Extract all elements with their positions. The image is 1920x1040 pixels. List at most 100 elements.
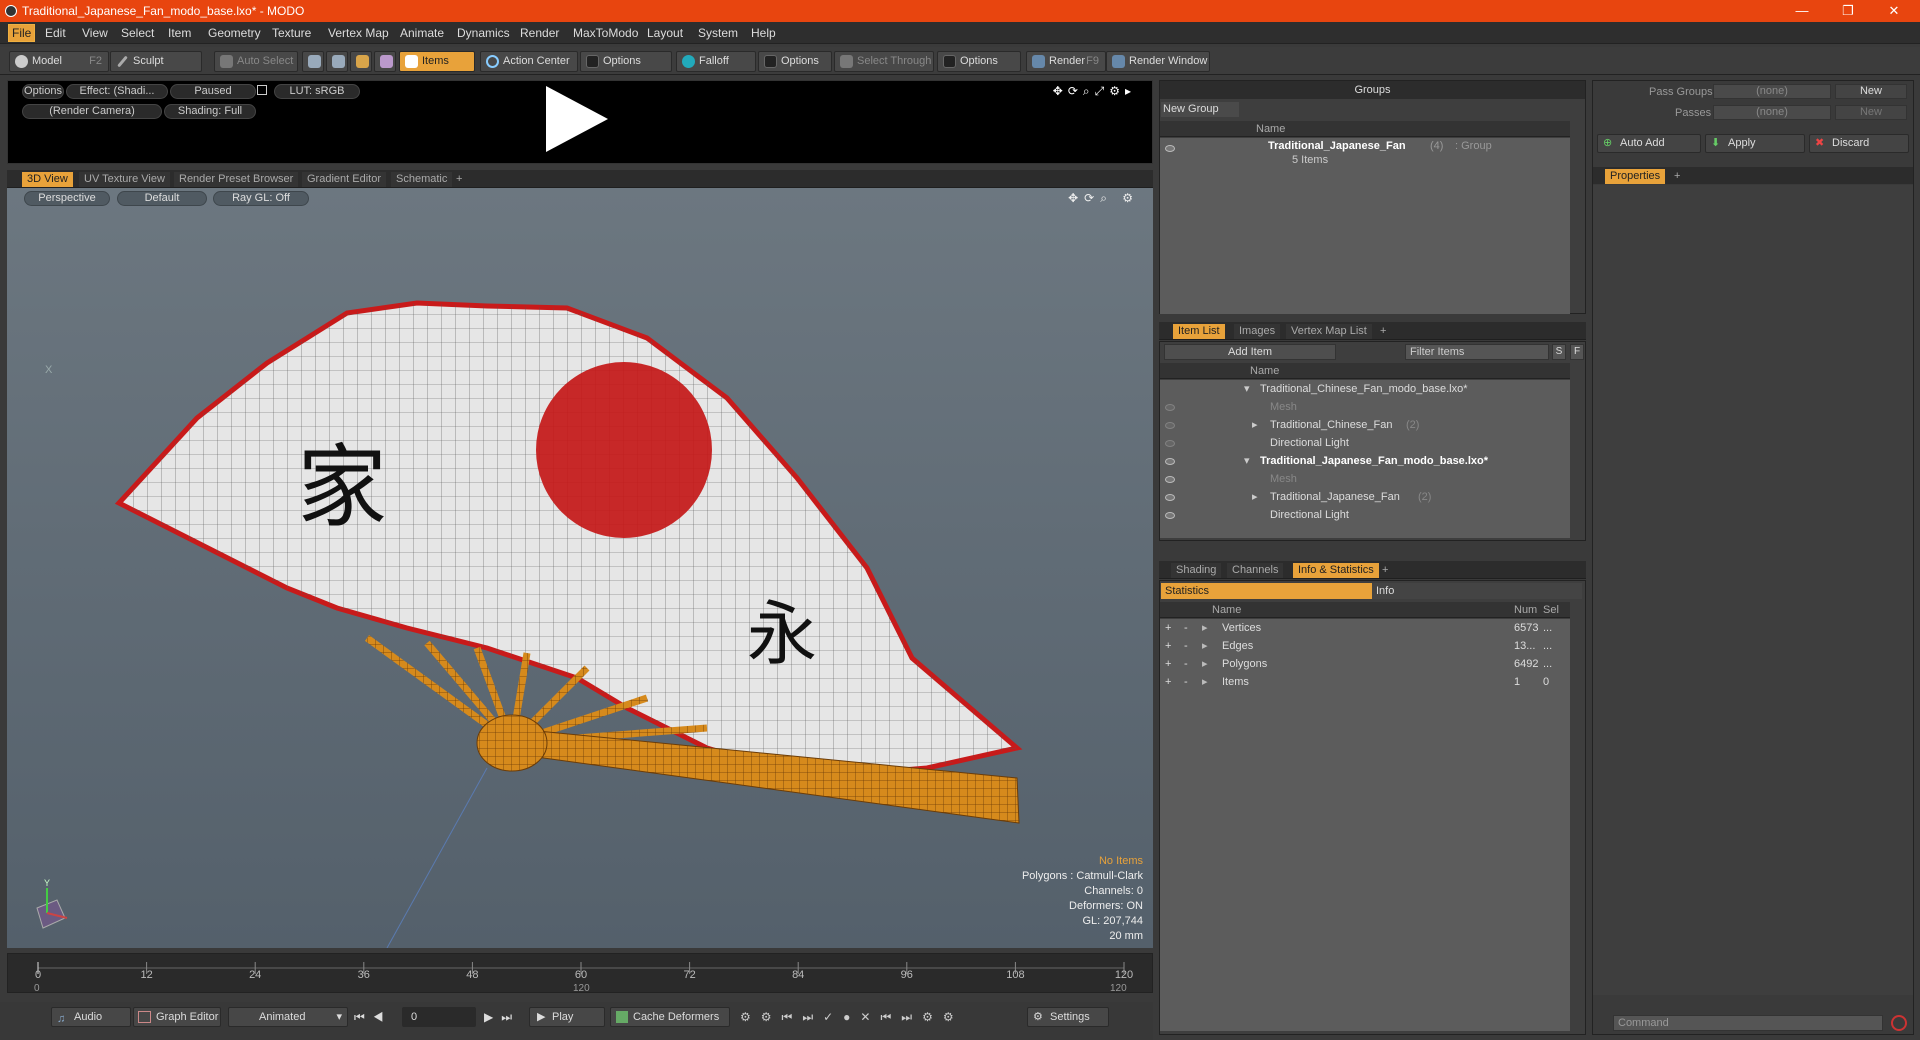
expand-arrow-icon[interactable]: ▸ [1202, 637, 1208, 655]
statistics-subtab[interactable]: Statistics [1161, 583, 1372, 599]
select-through-button[interactable]: Select Through [834, 51, 934, 72]
minus-icon[interactable]: - [1184, 673, 1188, 691]
menu-animate[interactable]: Animate [400, 26, 444, 40]
polygons-mode-button[interactable] [350, 51, 372, 72]
table-row[interactable]: + - ▸ Items 1 0 [1160, 673, 1570, 691]
table-row[interactable]: + - ▸ Vertices 6573 ... [1160, 619, 1570, 637]
maximize-button[interactable]: ❐ [1828, 0, 1868, 22]
visibility-eye-icon[interactable] [1165, 512, 1175, 519]
menu-edit[interactable]: Edit [45, 26, 66, 40]
info-subtab[interactable]: Info [1372, 583, 1582, 599]
frame-step-back-icons[interactable]: ⏮◀ [354, 1010, 392, 1025]
record-icon[interactable] [1891, 1015, 1907, 1031]
tab-channels[interactable]: Channels [1227, 563, 1284, 578]
pass-groups-dropdown[interactable]: (none) [1713, 84, 1831, 99]
preview-nav-icons[interactable]: ✥⟳⌕⤢⚙▸ [1053, 84, 1136, 99]
new-pass-group-button[interactable]: New [1835, 84, 1907, 99]
tab-3d-view[interactable]: 3D View [22, 172, 73, 187]
falloff-options-button[interactable]: Options [758, 51, 832, 72]
filter-items-input[interactable]: Filter Items [1405, 344, 1549, 360]
menu-vertex-map[interactable]: Vertex Map [328, 26, 389, 40]
vertices-mode-button[interactable] [302, 51, 324, 72]
plus-icon[interactable]: + [1165, 619, 1171, 637]
plus-icon[interactable]: + [1165, 637, 1171, 655]
minus-icon[interactable]: - [1184, 655, 1188, 673]
list-item[interactable]: Directional Light [1160, 434, 1570, 452]
expand-arrow-icon[interactable]: ▸ [1252, 416, 1258, 434]
preview-options-button[interactable]: Options [22, 84, 64, 99]
render-button[interactable]: Render F9 [1026, 51, 1106, 72]
close-button[interactable]: ✕ [1874, 0, 1914, 22]
group-name[interactable]: Traditional_Japanese_Fan [1268, 140, 1406, 152]
menu-file[interactable]: File [8, 24, 36, 42]
menu-maxtomodo[interactable]: MaxToModo [573, 26, 638, 40]
menu-item[interactable]: Item [168, 26, 191, 40]
paused-button[interactable]: Paused [170, 84, 256, 99]
table-row[interactable]: + - ▸ Edges 13... ... [1160, 637, 1570, 655]
minimize-button[interactable]: — [1782, 0, 1822, 22]
new-pass-button[interactable]: New [1835, 105, 1907, 120]
keyframe-tool-icons[interactable]: ⚙⚙⏮⏭✓●✕⏮⏭⚙⚙ [740, 1010, 964, 1025]
list-item[interactable]: ▸ Traditional_Chinese_Fan (2) [1160, 416, 1570, 434]
list-item[interactable]: ▾ Traditional_Japanese_Fan_modo_base.lxo… [1160, 452, 1570, 470]
menu-geometry[interactable]: Geometry [208, 26, 261, 40]
play-icon[interactable] [546, 86, 608, 152]
command-input[interactable]: Command [1613, 1015, 1883, 1031]
render-window-button[interactable]: Render Window [1106, 51, 1210, 72]
visibility-eye-icon[interactable] [1165, 422, 1175, 429]
falloff-button[interactable]: Falloff [676, 51, 756, 72]
plus-icon[interactable]: + [1165, 655, 1171, 673]
minus-icon[interactable]: - [1184, 637, 1188, 655]
tab-vertex-map-list[interactable]: Vertex Map List [1286, 324, 1372, 339]
expand-arrow-icon[interactable]: ▸ [1202, 619, 1208, 637]
menu-render[interactable]: Render [520, 26, 559, 40]
add-tab-button[interactable]: + [1377, 563, 1393, 578]
expand-arrow-icon[interactable]: ▸ [1252, 488, 1258, 506]
discard-button[interactable]: ✖ Discard [1809, 134, 1909, 153]
menu-select[interactable]: Select [121, 26, 154, 40]
add-tab-button[interactable]: + [1375, 324, 1391, 339]
edges-mode-button[interactable] [326, 51, 348, 72]
tab-shading[interactable]: Shading [1171, 563, 1222, 578]
camera-dropdown[interactable]: (Render Camera) [22, 104, 162, 119]
visibility-eye-icon[interactable] [1165, 404, 1175, 411]
tab-render-preset-browser[interactable]: Render Preset Browser [174, 172, 299, 187]
add-tab-button[interactable]: + [1669, 169, 1685, 184]
visibility-eye-icon[interactable] [1165, 458, 1175, 465]
timeline[interactable]: 0 12 24 36 48 60 72 84 96 108 120 0 120 … [7, 953, 1153, 994]
passes-dropdown[interactable]: (none) [1713, 105, 1831, 120]
select-through-options-button[interactable]: Options [937, 51, 1021, 72]
filter-s-button[interactable]: S [1552, 344, 1566, 360]
tab-uv-texture-view[interactable]: UV Texture View [79, 172, 170, 187]
menu-dynamics[interactable]: Dynamics [457, 26, 510, 40]
auto-select-button[interactable]: Auto Select [214, 51, 298, 72]
menu-help[interactable]: Help [751, 26, 776, 40]
tab-images[interactable]: Images [1234, 324, 1281, 339]
table-row[interactable]: + - ▸ Polygons 6492 ... [1160, 655, 1570, 673]
action-center-button[interactable]: Action Center [480, 51, 578, 72]
filter-f-button[interactable]: F [1570, 344, 1584, 360]
audio-button[interactable]: ♫ Audio [51, 1007, 131, 1027]
tab-info-statistics[interactable]: Info & Statistics [1293, 563, 1379, 578]
list-item[interactable]: ▸ Traditional_Japanese_Fan (2) [1160, 488, 1570, 506]
expand-arrow-icon[interactable]: ▾ [1244, 452, 1250, 470]
model-mode-button[interactable]: Model F2 [9, 51, 109, 72]
visibility-eye-icon[interactable] [1165, 145, 1175, 152]
menu-system[interactable]: System [698, 26, 738, 40]
visibility-eye-icon[interactable] [1165, 494, 1175, 501]
tab-gradient-editor[interactable]: Gradient Editor [302, 172, 386, 187]
new-group-button[interactable]: New Group [1161, 102, 1239, 117]
minus-icon[interactable]: - [1184, 619, 1188, 637]
sculpt-mode-button[interactable]: Sculpt [110, 51, 202, 72]
tab-schematic[interactable]: Schematic [391, 172, 453, 187]
list-item[interactable]: Mesh [1160, 398, 1570, 416]
cache-deformers-button[interactable]: Cache Deformers [610, 1007, 730, 1027]
frame-step-forward-icons[interactable]: ▶⏭ [484, 1010, 520, 1025]
animated-dropdown[interactable]: Animated ▾ [228, 1007, 348, 1027]
graph-editor-button[interactable]: Graph Editor [133, 1007, 221, 1027]
list-item[interactable]: ▾ Traditional_Chinese_Fan_modo_base.lxo* [1160, 380, 1570, 398]
shading-dropdown[interactable]: Shading: Full [164, 104, 256, 119]
lut-dropdown[interactable]: LUT: sRGB [274, 84, 360, 99]
menu-texture[interactable]: Texture [272, 26, 311, 40]
tab-item-list[interactable]: Item List [1173, 324, 1225, 339]
